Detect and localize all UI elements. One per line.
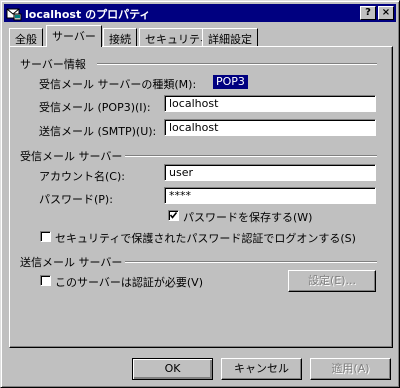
- incoming-server-label: 受信メール (POP3)(I):: [39, 101, 151, 114]
- spa-logon-label[interactable]: セキュリティで保護されたパスワード認証でログオンする(S): [55, 230, 356, 246]
- outgoing-server-heading: 送信メール サーバー: [20, 256, 123, 269]
- account-name-input[interactable]: user: [164, 164, 376, 181]
- incoming-server-type-label: 受信メール サーバーの種類(M):: [39, 78, 197, 91]
- account-name-label: アカウント名(C):: [39, 170, 125, 183]
- close-button[interactable]: ×: [378, 6, 394, 20]
- checkmark-icon: [170, 212, 177, 219]
- divider: [97, 63, 377, 65]
- incoming-server-heading: 受信メール サーバー: [20, 150, 123, 163]
- requires-auth-label[interactable]: このサーバーは認証が必要(V): [55, 274, 203, 290]
- auth-settings-button[interactable]: 設定(E)...: [288, 270, 376, 292]
- outgoing-server-label: 送信メール (SMTP)(U):: [39, 125, 157, 138]
- save-password-label[interactable]: パスワードを保存する(W): [183, 209, 312, 225]
- save-password-checkbox[interactable]: [168, 210, 179, 221]
- tab-advanced[interactable]: 詳細設定: [202, 28, 258, 46]
- requires-auth-checkbox[interactable]: [40, 275, 51, 286]
- mail-account-icon: [6, 5, 22, 21]
- window-title: localhost のプロパティ: [25, 8, 151, 21]
- incoming-server-type-value: POP3: [213, 75, 248, 89]
- incoming-server-input[interactable]: localhost: [164, 95, 376, 112]
- divider: [125, 155, 377, 157]
- spa-logon-checkbox[interactable]: [40, 231, 51, 242]
- outgoing-server-input[interactable]: localhost: [164, 119, 376, 136]
- tab-servers[interactable]: サーバー: [46, 25, 102, 48]
- password-label: パスワード(P):: [39, 193, 113, 206]
- server-info-heading: サーバー情報: [20, 58, 86, 71]
- properties-dialog: localhost のプロパティ ? × 全般 サーバー 接続 セキュリティ 詳…: [0, 0, 400, 388]
- apply-button[interactable]: 適用(A): [310, 358, 391, 380]
- password-input[interactable]: ****: [164, 187, 376, 204]
- help-button[interactable]: ?: [360, 6, 376, 20]
- ok-button[interactable]: OK: [132, 358, 213, 380]
- tab-general[interactable]: 全般: [9, 28, 43, 46]
- cancel-button[interactable]: キャンセル: [221, 358, 302, 380]
- divider: [125, 261, 377, 263]
- title-bar: localhost のプロパティ ? ×: [4, 4, 396, 22]
- tab-connection[interactable]: 接続: [103, 28, 137, 46]
